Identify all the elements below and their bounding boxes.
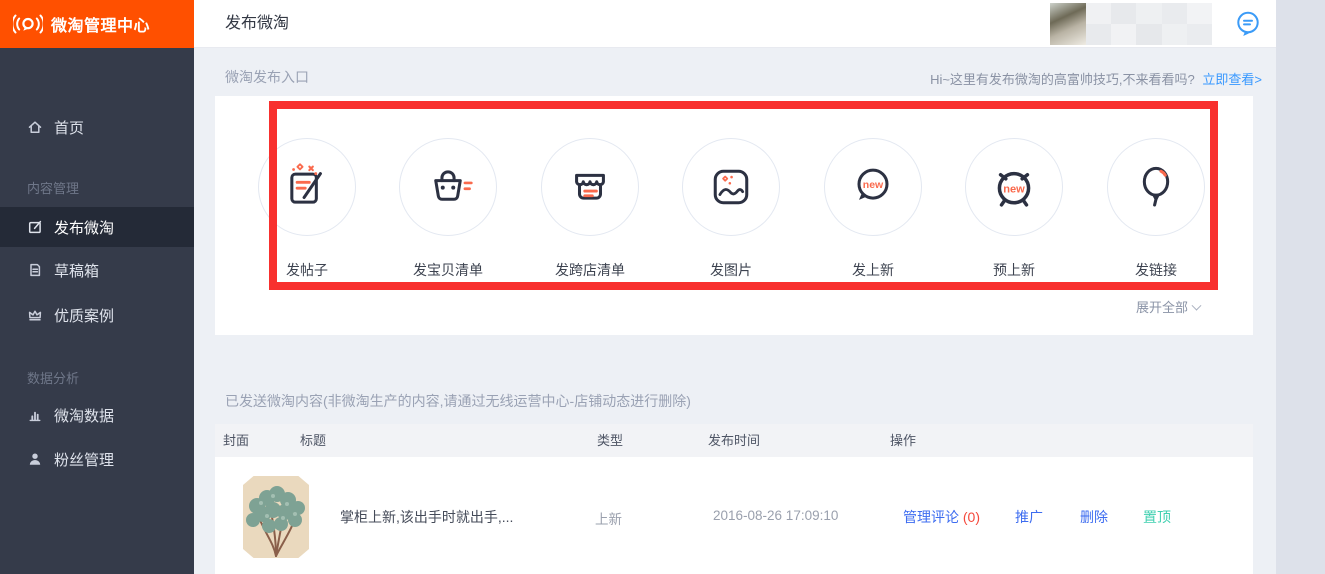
entry-new-arrival[interactable]: new 发上新 [803,138,943,280]
right-side-strip [1276,0,1325,574]
sidebar-item-fans[interactable]: 粉丝管理 [0,439,194,479]
top-header: 发布微淘 [194,0,1325,48]
picture-icon [703,159,759,215]
entry-item-list[interactable]: 发宝贝清单 [378,138,518,280]
entry-label: 预上新 [944,260,1084,280]
sidebar-item-drafts[interactable]: 草稿箱 [0,250,194,290]
sidebar-item-publish[interactable]: 发布微淘 [0,207,194,247]
cover-thumbnail[interactable] [243,476,309,558]
pin-top-link[interactable]: 置顶 [1143,507,1171,527]
expand-all-button[interactable]: 展开全部 [1136,297,1200,316]
sidebar-item-home[interactable]: 首页 [0,107,194,147]
row-type: 上新 [595,508,622,528]
home-icon [27,119,43,135]
post-pen-icon [279,159,335,215]
delete-link[interactable]: 删除 [1080,507,1108,527]
sidebar-item-data[interactable]: 微淘数据 [0,395,194,435]
chat-bubble-icon [1234,10,1262,38]
sent-panel-title: 已发送微淘内容(非微淘生产的内容,请通过无线运营中心-店铺动态进行删除) [225,391,691,411]
row-title: 掌柜上新,该出手时就出手,... [340,507,513,527]
entry-cross-store-list[interactable]: 发跨店清单 [520,138,660,280]
entry-image[interactable]: 发图片 [661,138,801,280]
publish-entries-card: 发帖子 发宝贝清单 发跨店清 [215,96,1253,335]
sidebar: 微淘管理中心 首页 内容管理 发布微淘 草稿箱 优质案例 [0,0,194,574]
sent-content-card: 封面 标题 类型 发布时间 操作 [215,424,1253,574]
sidebar-item-label: 微淘数据 [54,405,114,426]
brand-logo[interactable]: 微淘管理中心 [0,0,194,48]
user-icon [27,451,43,467]
draft-icon [27,262,43,278]
sidebar-item-label: 优质案例 [54,305,114,326]
entry-label: 发链接 [1086,260,1226,280]
entry-pre-new[interactable]: new 预上新 [944,138,1084,280]
entry-label: 发宝贝清单 [378,260,518,280]
col-ops: 操作 [890,424,916,457]
flower-photo [243,476,309,558]
publish-panel-title: 微淘发布入口 [225,67,309,87]
promote-link[interactable]: 推广 [1015,507,1043,527]
sidebar-section-content: 内容管理 [27,178,79,197]
sidebar-item-label: 粉丝管理 [54,449,114,470]
brand-title: 微淘管理中心 [51,12,150,36]
sidebar-section-analytics: 数据分析 [27,368,79,387]
balloon-icon [1128,159,1184,215]
col-cover: 封面 [223,424,249,457]
chevron-down-icon [1192,301,1202,311]
page-title: 发布微淘 [225,0,289,48]
avatar [1050,3,1086,45]
sidebar-item-label: 首页 [54,117,84,138]
table-row: 掌柜上新,该出手时就出手,... 上新 2016-08-26 17:09:10 … [215,457,1253,574]
entry-link[interactable]: 发链接 [1086,138,1226,280]
svg-text:new: new [1003,183,1025,195]
manage-comments-link[interactable]: 管理评论 (0) [903,507,980,527]
comments-count: (0) [963,509,980,525]
col-type: 类型 [597,424,623,457]
edit-icon [27,219,43,235]
entry-label: 发跨店清单 [520,260,660,280]
promo-text: Hi~这里有发布微淘的高富帅技巧,不来看看吗? [930,72,1195,87]
message-button[interactable] [1234,10,1262,38]
sidebar-item-label: 草稿箱 [54,260,99,281]
entry-label: 发图片 [661,260,801,280]
sidebar-item-label: 发布微淘 [54,217,114,238]
bar-chart-icon [27,407,43,423]
col-title: 标题 [300,424,326,457]
new-bubble-icon: new [845,159,901,215]
user-account-redacted [1050,3,1212,45]
alarm-clock-icon: new [986,159,1042,215]
app-window: 微淘管理中心 首页 内容管理 发布微淘 草稿箱 优质案例 [0,0,1325,574]
entry-label: 发上新 [803,260,943,280]
broadcast-icon [13,11,43,37]
entry-post[interactable]: 发帖子 [237,138,377,280]
table-header: 封面 标题 类型 发布时间 操作 [215,424,1253,457]
col-time: 发布时间 [708,424,760,457]
shopping-bag-icon [420,159,476,215]
crown-icon [27,307,43,323]
sidebar-item-cases[interactable]: 优质案例 [0,295,194,335]
svg-text:new: new [863,179,884,191]
row-time: 2016-08-26 17:09:10 [713,508,838,523]
storefront-icon [562,159,618,215]
promo-banner: Hi~这里有发布微淘的高富帅技巧,不来看看吗? 立即查看> [930,69,1262,88]
promo-link[interactable]: 立即查看> [1202,72,1262,87]
entry-label: 发帖子 [237,260,377,280]
